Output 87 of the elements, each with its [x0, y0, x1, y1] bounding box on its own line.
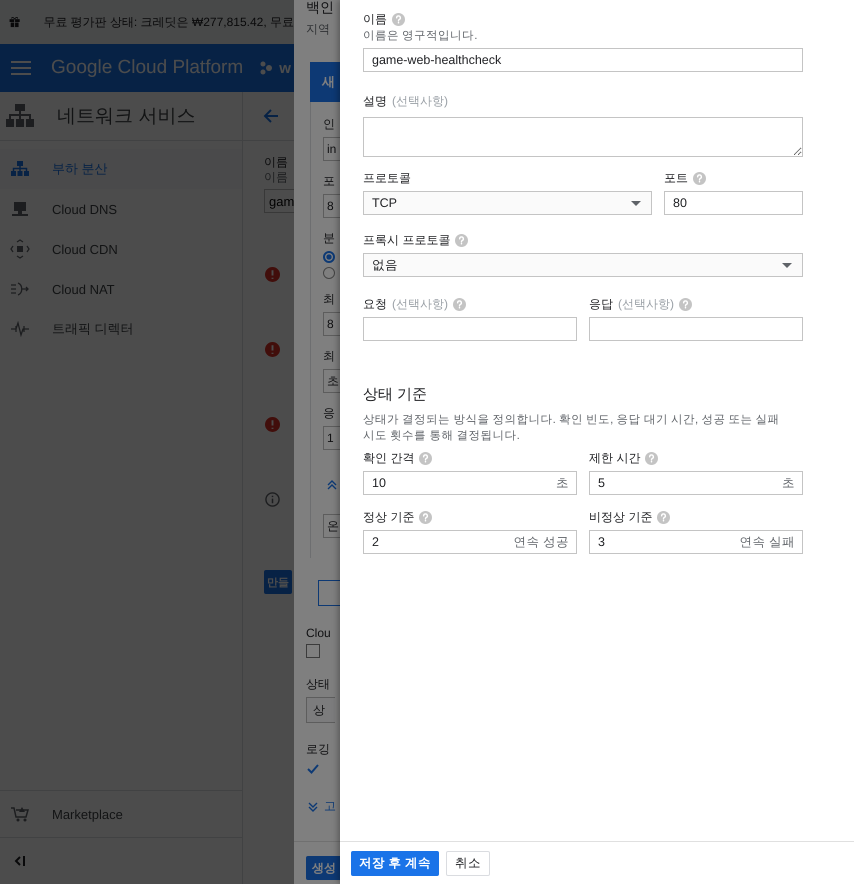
- name-field[interactable]: gam: [264, 189, 294, 213]
- field-label: 이름: [363, 10, 387, 28]
- field-label: 포: [323, 173, 335, 190]
- field-label: 요청: [363, 296, 387, 312]
- save-continue-button[interactable]: 저장 후 계속: [351, 850, 439, 876]
- field-label: 응: [323, 405, 335, 422]
- radio-button[interactable]: [323, 251, 335, 263]
- request-field[interactable]: [363, 317, 577, 341]
- input-field[interactable]: 1: [323, 426, 340, 450]
- chevron-down-icon[interactable]: [308, 802, 318, 812]
- field-label: 최: [323, 348, 335, 365]
- help-icon[interactable]: [645, 452, 658, 464]
- field-label: 정상 기준: [363, 508, 414, 526]
- error-icon: [265, 267, 280, 282]
- diamond-arrows-icon: [10, 239, 30, 259]
- field-label: 로깅: [306, 741, 330, 758]
- input-field[interactable]: in: [323, 137, 340, 161]
- health-check-dropdown[interactable]: 상: [306, 697, 335, 723]
- input-field[interactable]: 8: [323, 312, 340, 336]
- protocol-dropdown[interactable]: TCP: [363, 191, 652, 215]
- field-label: 인: [323, 116, 335, 133]
- chevron-up-icon[interactable]: [327, 480, 337, 490]
- menu-icon[interactable]: [11, 61, 31, 75]
- signal-split-icon: [10, 321, 30, 337]
- name-field[interactable]: game-web-healthcheck: [363, 48, 803, 72]
- error-icon: [265, 417, 280, 432]
- field-label: 확인 간격: [363, 450, 414, 466]
- proxy-protocol-dropdown[interactable]: 없음: [363, 253, 803, 277]
- field-label: 비정상 기준: [589, 508, 652, 526]
- back-arrow-icon[interactable]: [263, 108, 279, 124]
- card-header: 새: [310, 62, 340, 102]
- error-icon: [265, 342, 280, 357]
- dropdown-caret-icon: [782, 262, 792, 268]
- dropdown-caret-icon: [631, 200, 641, 206]
- optional-hint: (선택사항): [392, 296, 448, 312]
- response-field[interactable]: [589, 317, 803, 341]
- cart-icon: [10, 805, 30, 823]
- help-icon[interactable]: [455, 234, 468, 246]
- field-hint: 이름은 영구적입니다.: [363, 29, 478, 43]
- input-field[interactable]: 온: [323, 514, 340, 538]
- hierarchy-icon: [6, 104, 34, 128]
- project-dots-icon[interactable]: [259, 61, 274, 75]
- field-label: Clou: [306, 626, 331, 640]
- panel-title: 백인: [306, 0, 334, 17]
- create-button[interactable]: 생성: [306, 856, 340, 880]
- help-icon[interactable]: [679, 298, 692, 310]
- description-field[interactable]: [363, 117, 803, 157]
- section-title: 상태 기준: [363, 385, 428, 404]
- help-icon[interactable]: [392, 12, 405, 26]
- checkbox[interactable]: [306, 644, 320, 658]
- cancel-button[interactable]: 취소: [446, 850, 490, 876]
- radio-button[interactable]: [323, 267, 335, 279]
- field-label: 포트: [664, 170, 688, 186]
- help-icon[interactable]: [693, 172, 706, 184]
- info-icon: [265, 492, 280, 507]
- merge-arrow-icon: [10, 281, 30, 297]
- advanced-link[interactable]: 고: [324, 798, 336, 815]
- hierarchy-icon: [11, 161, 29, 177]
- monitor-icon: [11, 201, 29, 217]
- field-label: 제한 시간: [589, 450, 640, 466]
- collapse-icon[interactable]: [14, 855, 26, 867]
- trial-status-text: 무료 평가판 상태: 크레딧은 ₩277,815.42, 무료: [43, 14, 294, 30]
- checkbox[interactable]: [306, 762, 320, 776]
- field-label: 이름: [264, 155, 288, 170]
- port-field[interactable]: 80: [664, 191, 803, 215]
- section-title: 네트워크 서비스: [57, 105, 196, 129]
- help-icon[interactable]: [453, 298, 466, 310]
- optional-hint: (선택사항): [618, 296, 674, 312]
- field-label: 프로토콜: [363, 170, 411, 186]
- field-label: 응답: [589, 296, 613, 312]
- unit-label: 초: [556, 475, 569, 491]
- input-field[interactable]: 초: [323, 369, 340, 393]
- field-label: 설명: [363, 92, 387, 110]
- help-icon[interactable]: [657, 510, 670, 524]
- field-label: 프록시 프로토콜: [363, 232, 450, 248]
- optional-hint: (선택사항): [392, 92, 448, 110]
- unit-label: 초: [782, 475, 795, 491]
- field-label: 최: [323, 291, 335, 308]
- unit-label: 연속 성공: [514, 534, 569, 550]
- section-description: 상태가 결정되는 방식을 정의합니다. 확인 빈도, 응답 대기 시간, 성공 또는 실패 시도 횟수를 통해 결정됩니다.: [363, 413, 781, 444]
- input-field[interactable]: 8: [323, 194, 340, 218]
- field-label: 상태: [306, 676, 330, 693]
- panel-subtitle: 지역: [306, 21, 330, 38]
- help-icon[interactable]: [419, 510, 432, 524]
- help-icon[interactable]: [419, 452, 432, 464]
- field-label: 분: [323, 230, 335, 247]
- unit-label: 연속 실패: [740, 534, 795, 550]
